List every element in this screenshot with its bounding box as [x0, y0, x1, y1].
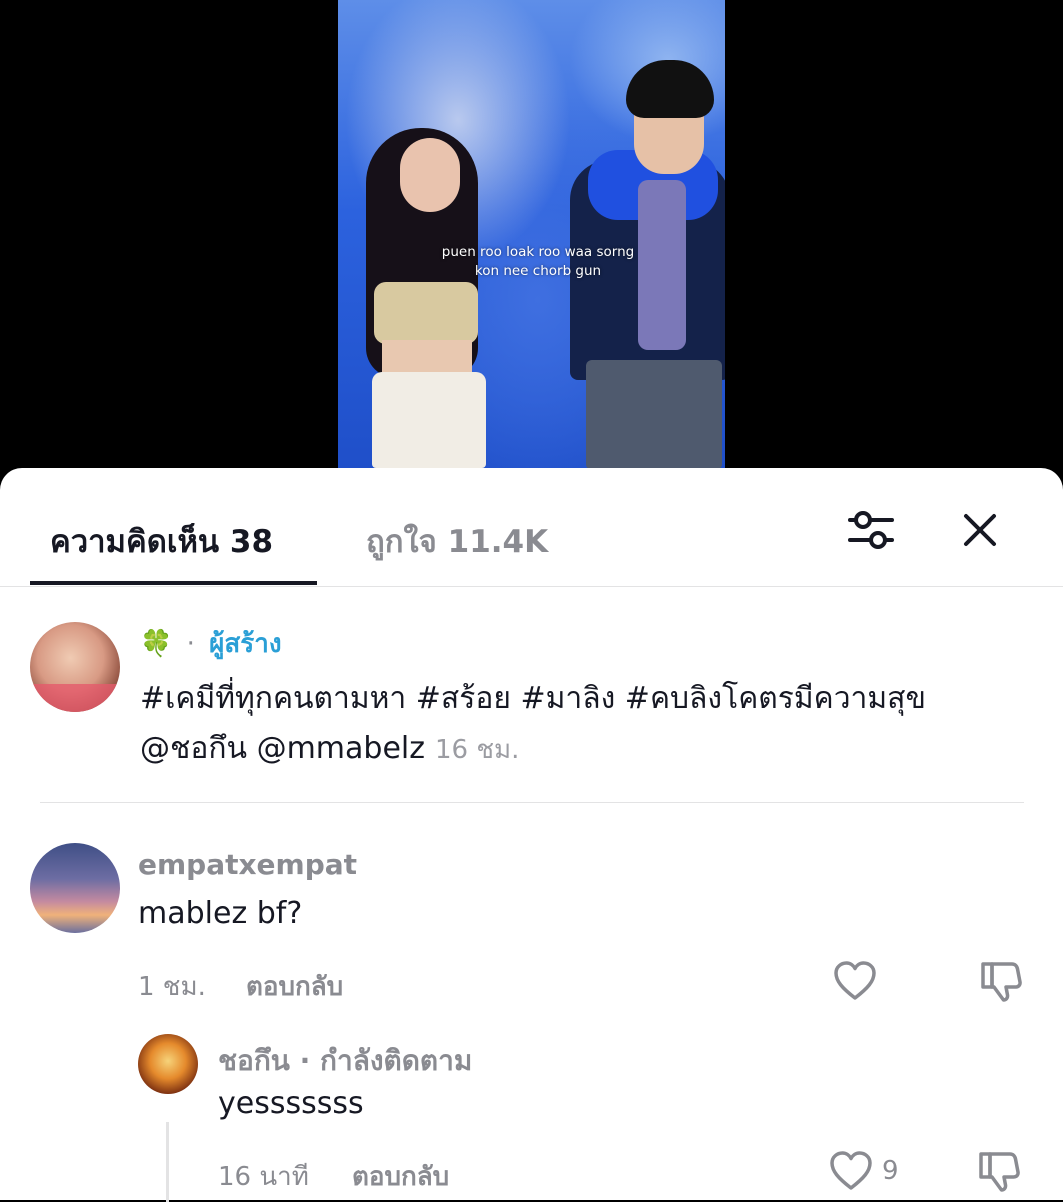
thumbs-down-icon	[979, 1152, 1020, 1192]
close-button[interactable]	[958, 508, 1002, 552]
tab-comments[interactable]: ความคิดเห็น 38	[50, 516, 273, 566]
video-subtitle-line-2: kon nee chorb gun	[474, 263, 602, 279]
video-figure-left-face	[400, 138, 460, 212]
heart-icon	[830, 1151, 872, 1190]
video-subtitle: puen roo loak roo waa sorng kon nee chor…	[408, 243, 668, 281]
video-figure-left-skirt	[372, 372, 486, 468]
like-count: 9	[882, 1156, 899, 1186]
video-player[interactable]: puen roo loak roo waa sorng kon nee chor…	[0, 0, 1063, 470]
comments-sheet: ความคิดเห็น 38 ถูกใจ 11.4K 🍀 · ผู้สร้าง …	[0, 468, 1063, 1202]
heart-icon	[834, 961, 876, 1000]
post-timestamp: 16 ชม.	[435, 735, 520, 765]
comment-username[interactable]: empatxempat	[138, 848, 357, 881]
post-caption-text: #เคมีที่ทุกคนตามหา #สร้อย #มาลิง #คบลิงโ…	[140, 681, 926, 766]
video-frame: puen roo loak roo waa sorng kon nee chor…	[338, 0, 725, 470]
like-button[interactable]	[828, 1150, 874, 1192]
like-button[interactable]	[832, 960, 878, 1002]
close-icon	[964, 514, 996, 546]
reply-thread-line	[166, 1122, 169, 1202]
reply-button[interactable]: ตอบกลับ	[352, 1156, 449, 1197]
section-divider	[40, 802, 1024, 803]
video-figure-right-pants	[586, 360, 722, 470]
tab-likes[interactable]: ถูกใจ 11.4K	[366, 516, 548, 566]
reply-timestamp: 16 นาที	[218, 1162, 309, 1192]
creator-avatar[interactable]	[30, 622, 120, 712]
sliders-icon	[848, 511, 894, 549]
dislike-button[interactable]	[976, 1148, 1022, 1194]
dislike-button[interactable]	[978, 958, 1024, 1004]
reply-text: yesssssss	[218, 1086, 364, 1121]
video-figure-left-top	[374, 282, 478, 344]
commenter-avatar[interactable]	[30, 843, 120, 933]
video-figure-right-hair	[626, 60, 714, 118]
clover-emoji: 🍀	[140, 629, 173, 659]
reply-button[interactable]: ตอบกลับ	[246, 966, 343, 1007]
video-subtitle-line-1: puen roo loak roo waa sorng	[441, 244, 635, 260]
active-tab-indicator	[30, 581, 317, 585]
thumbs-down-icon	[981, 962, 1022, 1002]
comment-timestamp: 1 ชม.	[138, 972, 206, 1002]
creator-badge: ผู้สร้าง	[209, 629, 282, 659]
tab-divider	[0, 586, 1063, 587]
creator-header: 🍀 · ผู้สร้าง	[140, 623, 282, 664]
video-figure-left-waist	[382, 340, 472, 374]
separator-dot: ·	[186, 629, 195, 659]
reply-avatar[interactable]	[138, 1034, 198, 1094]
reply-username[interactable]: ชอกึน · กำลังติดตาม	[218, 1039, 472, 1083]
post-caption: #เคมีที่ทุกคนตามหา #สร้อย #มาลิง #คบลิงโ…	[140, 674, 1020, 775]
comment-text: mablez bf?	[138, 896, 303, 931]
filter-button[interactable]	[846, 508, 896, 552]
